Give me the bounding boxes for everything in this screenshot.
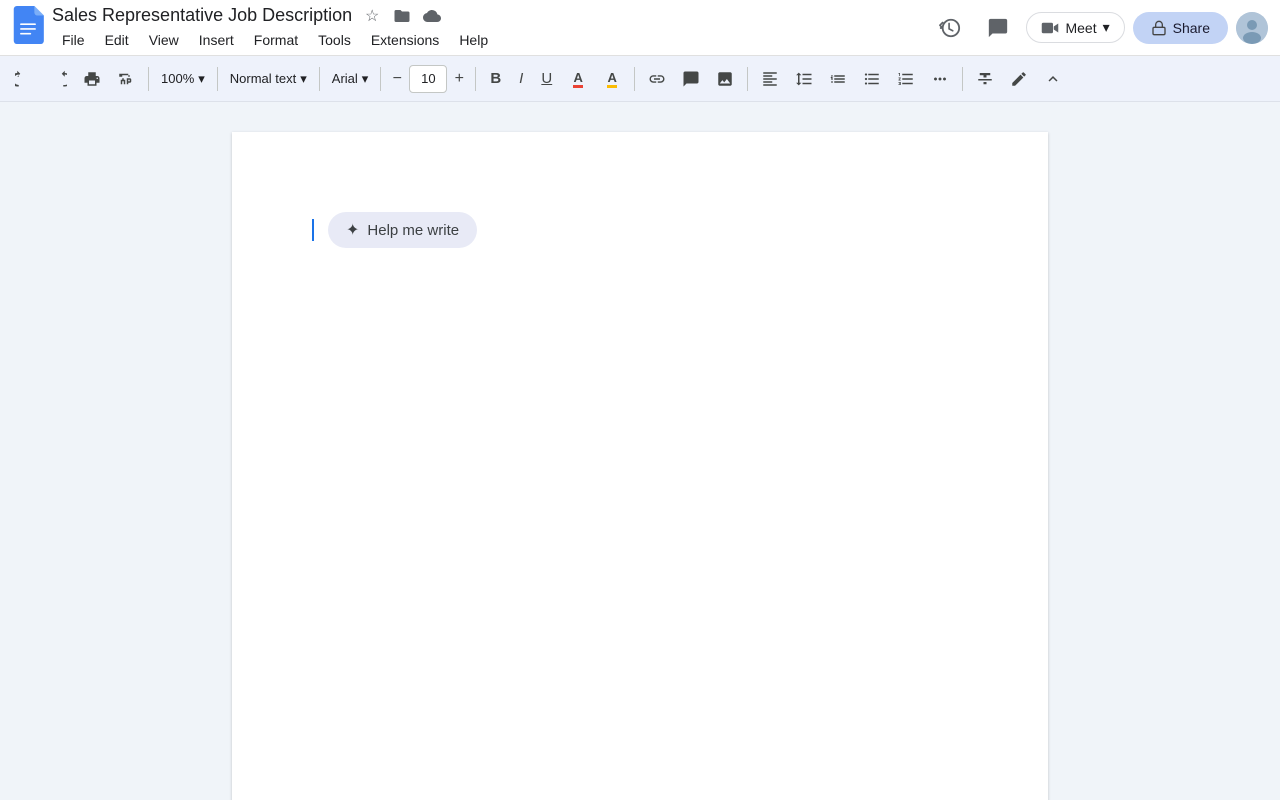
bold-button[interactable]: B (482, 63, 509, 95)
line-spacing-button[interactable] (788, 63, 820, 95)
text-cursor (312, 219, 314, 241)
help-me-write-label: Help me write (367, 222, 459, 239)
text-style-dropdown-icon: ▾ (300, 71, 307, 87)
text-color-button[interactable]: A (562, 63, 594, 95)
font-size-increase-button[interactable]: + (449, 65, 469, 93)
sparkle-icon: ✦ (346, 220, 359, 240)
comments-button[interactable] (978, 8, 1018, 48)
zoom-selector[interactable]: 100% ▾ (155, 63, 211, 95)
text-style-label: Normal text (230, 71, 296, 86)
title-bar: Sales Representative Job Description ☆ F… (0, 0, 1280, 56)
checklist-button[interactable] (822, 63, 854, 95)
document-page[interactable]: ✦ Help me write (232, 132, 1048, 800)
document-area: ✦ Help me write (0, 102, 1280, 800)
underline-button[interactable]: U (533, 63, 560, 95)
align-button[interactable] (754, 63, 786, 95)
divider-4 (380, 67, 381, 91)
star-button[interactable]: ☆ (360, 4, 384, 28)
menu-tools[interactable]: Tools (308, 28, 361, 52)
print-button[interactable] (76, 63, 108, 95)
menu-help[interactable]: Help (449, 28, 498, 52)
user-avatar[interactable] (1236, 12, 1268, 44)
history-button[interactable] (930, 8, 970, 48)
strikethrough-button[interactable] (969, 63, 1001, 95)
divider-5 (475, 67, 476, 91)
numbered-list-button[interactable] (890, 63, 922, 95)
font-size-decrease-button[interactable]: − (387, 65, 407, 93)
more-button[interactable] (924, 63, 956, 95)
editing-pen-button[interactable] (1003, 63, 1035, 95)
cursor-line: ✦ Help me write (312, 212, 968, 248)
meet-label: Meet (1065, 20, 1096, 36)
cloud-save-button[interactable] (420, 4, 444, 28)
divider-1 (148, 67, 149, 91)
collapse-toolbar-button[interactable] (1037, 63, 1069, 95)
divider-2 (217, 67, 218, 91)
divider-8 (962, 67, 963, 91)
document-title[interactable]: Sales Representative Job Description (52, 5, 352, 26)
font-selector[interactable]: Arial ▾ (326, 63, 375, 95)
menu-extensions[interactable]: Extensions (361, 28, 449, 52)
menu-format[interactable]: Format (244, 28, 308, 52)
font-size-input[interactable] (409, 65, 447, 93)
italic-button[interactable]: I (511, 63, 531, 95)
text-style-selector[interactable]: Normal text ▾ (224, 63, 313, 95)
meet-dropdown-icon: ▾ (1103, 19, 1110, 36)
divider-3 (319, 67, 320, 91)
header-right: Meet ▾ Share (930, 8, 1268, 48)
folder-button[interactable] (390, 4, 414, 28)
menu-insert[interactable]: Insert (189, 28, 244, 52)
toolbar: 100% ▾ Normal text ▾ Arial ▾ − + B I U A… (0, 56, 1280, 102)
menu-file[interactable]: File (52, 28, 95, 52)
divider-7 (747, 67, 748, 91)
google-docs-icon (12, 6, 44, 49)
redo-button[interactable] (42, 63, 74, 95)
menu-bar: File Edit View Insert Format Tools Exten… (52, 28, 922, 52)
bullet-list-button[interactable] (856, 63, 888, 95)
image-button[interactable] (709, 63, 741, 95)
highlight-color-button[interactable]: A (596, 63, 628, 95)
paint-format-button[interactable] (110, 63, 142, 95)
zoom-dropdown-icon: ▾ (198, 71, 205, 87)
menu-edit[interactable]: Edit (95, 28, 139, 52)
undo-button[interactable] (8, 63, 40, 95)
help-me-write-button[interactable]: ✦ Help me write (328, 212, 477, 248)
meet-button[interactable]: Meet ▾ (1026, 12, 1124, 43)
zoom-label: 100% (161, 71, 194, 86)
divider-6 (634, 67, 635, 91)
link-button[interactable] (641, 63, 673, 95)
title-icons: ☆ (360, 4, 444, 28)
share-label: Share (1173, 20, 1210, 36)
menu-view[interactable]: View (139, 28, 189, 52)
font-dropdown-icon: ▾ (362, 71, 369, 87)
title-section: Sales Representative Job Description ☆ F… (52, 4, 922, 52)
doc-title-row: Sales Representative Job Description ☆ (52, 4, 922, 28)
comment-button[interactable] (675, 63, 707, 95)
font-label: Arial (332, 71, 358, 86)
share-button[interactable]: Share (1133, 12, 1228, 44)
